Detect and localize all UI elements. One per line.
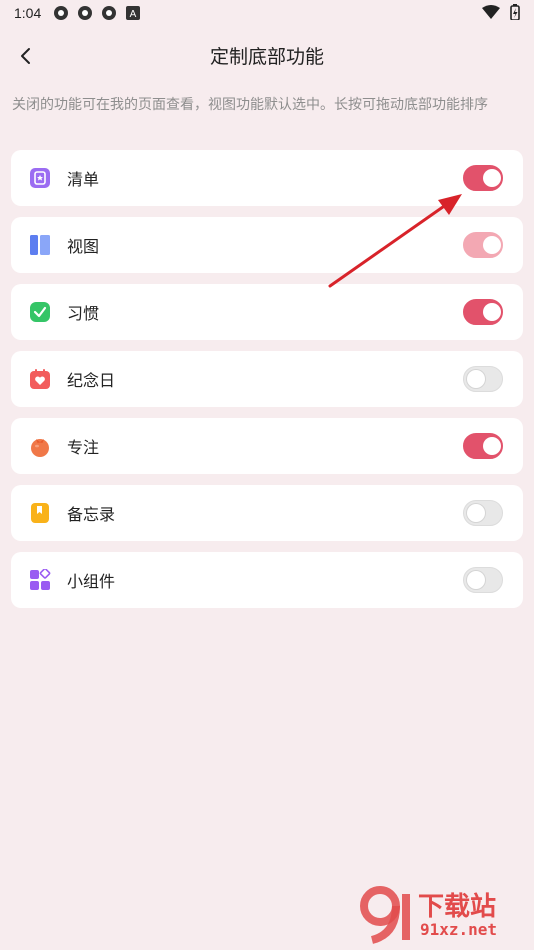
status-bar: 1:04 A — [0, 0, 534, 26]
view-icon — [29, 234, 51, 256]
hint-text: 关闭的功能可在我的页面查看，视图功能默认选中。长按可拖动底部功能排序 — [12, 97, 488, 113]
feature-label: 习惯 — [67, 304, 100, 323]
feature-label: 纪念日 — [67, 371, 116, 390]
feature-label: 小组件 — [67, 572, 116, 591]
back-button[interactable] — [10, 40, 42, 72]
svg-text:A: A — [130, 9, 137, 20]
chevron-left-icon — [21, 48, 30, 64]
widget-icon — [29, 569, 51, 591]
feature-label: 视图 — [67, 237, 100, 256]
app-notification-icon — [77, 5, 93, 21]
a-notification-icon: A — [125, 5, 141, 21]
checklist-icon — [29, 167, 51, 189]
watermark-url: 91xz.net — [420, 920, 498, 939]
tomato-icon — [29, 435, 51, 457]
feature-label: 备忘录 — [67, 505, 116, 524]
habit-check-icon — [29, 301, 51, 323]
memo-toggle[interactable] — [463, 500, 503, 526]
wifi-icon — [482, 5, 500, 23]
feature-label: 专注 — [67, 438, 100, 457]
battery-icon — [510, 4, 520, 24]
watermark-title: 下载站 — [418, 892, 497, 922]
page-title: 定制底部功能 — [209, 45, 324, 68]
focus-toggle[interactable] — [463, 433, 503, 459]
feature-item-memo[interactable]: 备忘录 — [11, 485, 523, 541]
app-notification-icon — [53, 5, 69, 21]
feature-label: 清单 — [67, 170, 100, 189]
watermark: 下载站 91xz.net — [358, 884, 528, 944]
watermark-logo-icon — [360, 886, 410, 944]
annotation-arrow-icon — [328, 194, 462, 288]
habit-toggle[interactable] — [463, 299, 503, 325]
status-time: 1:04 — [14, 5, 42, 21]
header: 定制底部功能 — [0, 26, 534, 84]
feature-item-widget[interactable]: 小组件 — [11, 552, 523, 608]
memo-icon — [29, 502, 51, 524]
widget-toggle[interactable] — [463, 567, 503, 593]
anniversary-toggle[interactable] — [463, 366, 503, 392]
feature-item-focus[interactable]: 专注 — [11, 418, 523, 474]
app-notification-icon — [101, 5, 117, 21]
feature-item-anniversary[interactable]: 纪念日 — [11, 351, 523, 407]
calendar-heart-icon — [29, 368, 51, 390]
